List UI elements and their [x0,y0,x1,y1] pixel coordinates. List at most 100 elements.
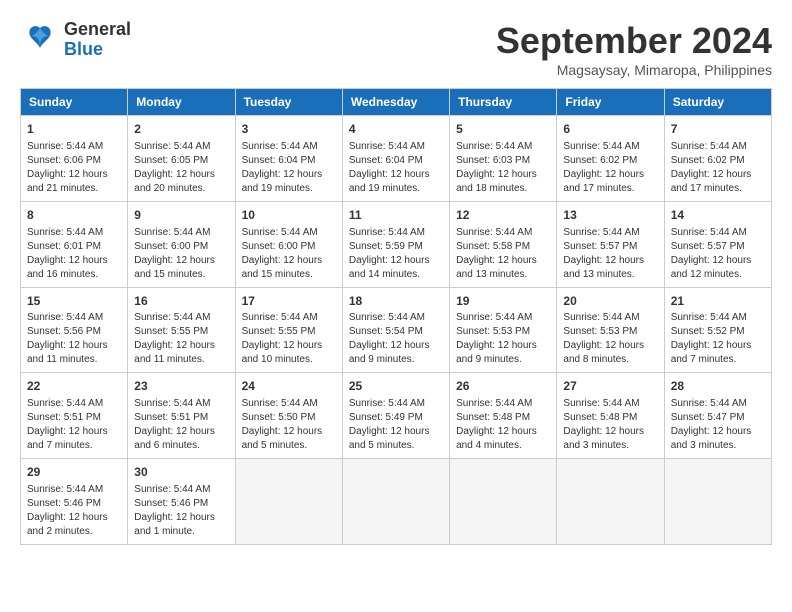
calendar-day-cell [557,459,664,545]
calendar-day-cell [342,459,449,545]
day-info: Sunrise: 5:44 AM Sunset: 5:53 PM Dayligh… [456,311,550,367]
column-header-sunday: Sunday [21,89,128,116]
day-info: Sunrise: 5:44 AM Sunset: 5:46 PM Dayligh… [27,483,121,539]
calendar-day-cell: 7Sunrise: 5:44 AM Sunset: 6:02 PM Daylig… [664,116,771,202]
day-info: Sunrise: 5:44 AM Sunset: 5:52 PM Dayligh… [671,311,765,367]
day-number: 23 [134,378,228,395]
day-info: Sunrise: 5:44 AM Sunset: 5:50 PM Dayligh… [242,397,336,453]
day-info: Sunrise: 5:44 AM Sunset: 6:00 PM Dayligh… [242,226,336,282]
calendar-week-row: 8Sunrise: 5:44 AM Sunset: 6:01 PM Daylig… [21,201,772,287]
day-info: Sunrise: 5:44 AM Sunset: 6:05 PM Dayligh… [134,140,228,196]
column-header-friday: Friday [557,89,664,116]
day-number: 5 [456,121,550,138]
calendar-week-row: 1 Sunrise: 5:44 AM Sunset: 6:06 PM Daylig… [21,116,772,202]
calendar-day-cell: 26 Sunrise: 5:44 AM Sunset: 5:48 PM Dayli… [450,373,557,459]
day-info: Sunrise: 5:44 AM Sunset: 5:55 PM Dayligh… [242,311,336,367]
calendar-header-row: SundayMondayTuesdayWednesdayThursdayFrid… [21,89,772,116]
calendar-day-cell: 30 Sunrise: 5:44 AM Sunset: 5:46 PM Dayli… [128,459,235,545]
calendar-day-cell: 4 Sunrise: 5:44 AM Sunset: 6:04 PM Daylig… [342,116,449,202]
calendar-day-cell [450,459,557,545]
calendar-day-cell: 5 Sunrise: 5:44 AM Sunset: 6:03 PM Daylig… [450,116,557,202]
calendar-day-cell: 25 Sunrise: 5:44 AM Sunset: 5:49 PM Dayli… [342,373,449,459]
month-title: September 2024 [496,20,772,62]
calendar-day-cell: 14 Sunrise: 5:44 AM Sunset: 5:57 PM Dayli… [664,201,771,287]
day-number: 28 [671,378,765,395]
day-number: 14 [671,207,765,224]
calendar-week-row: 29 Sunrise: 5:44 AM Sunset: 5:46 PM Dayli… [21,459,772,545]
day-info: Sunrise: 5:44 AM Sunset: 5:54 PM Dayligh… [349,311,443,367]
day-info: Sunrise: 5:44 AM Sunset: 5:46 PM Dayligh… [134,483,228,539]
logo-icon [20,20,60,60]
column-header-saturday: Saturday [664,89,771,116]
day-info: Sunrise: 5:44 AM Sunset: 5:47 PM Dayligh… [671,397,765,453]
day-number: 15 [27,293,121,310]
day-info: Sunrise: 5:44 AM Sunset: 5:53 PM Dayligh… [563,311,657,367]
calendar-day-cell: 12 Sunrise: 5:44 AM Sunset: 5:58 PM Dayli… [450,201,557,287]
day-info: Sunrise: 5:44 AM Sunset: 5:56 PM Dayligh… [27,311,121,367]
day-info: Sunrise: 5:44 AM Sunset: 6:02 PM Dayligh… [671,140,765,196]
day-number: 26 [456,378,550,395]
calendar-day-cell [664,459,771,545]
calendar-day-cell: 20Sunrise: 5:44 AM Sunset: 5:53 PM Dayli… [557,287,664,373]
day-number: 3 [242,121,336,138]
day-number: 25 [349,378,443,395]
day-number: 21 [671,293,765,310]
column-header-wednesday: Wednesday [342,89,449,116]
calendar-day-cell [235,459,342,545]
calendar-day-cell: 15Sunrise: 5:44 AM Sunset: 5:56 PM Dayli… [21,287,128,373]
page-header: General Blue September 2024 Magsaysay, M… [20,20,772,78]
day-info: Sunrise: 5:44 AM Sunset: 5:48 PM Dayligh… [456,397,550,453]
calendar-day-cell: 2 Sunrise: 5:44 AM Sunset: 6:05 PM Daylig… [128,116,235,202]
day-info: Sunrise: 5:44 AM Sunset: 6:04 PM Dayligh… [349,140,443,196]
day-info: Sunrise: 5:44 AM Sunset: 6:00 PM Dayligh… [134,226,228,282]
column-header-thursday: Thursday [450,89,557,116]
day-number: 10 [242,207,336,224]
day-number: 29 [27,464,121,481]
day-number: 22 [27,378,121,395]
calendar-day-cell: 8Sunrise: 5:44 AM Sunset: 6:01 PM Daylig… [21,201,128,287]
day-info: Sunrise: 5:44 AM Sunset: 5:49 PM Dayligh… [349,397,443,453]
day-number: 16 [134,293,228,310]
day-number: 27 [563,378,657,395]
day-number: 17 [242,293,336,310]
day-info: Sunrise: 5:44 AM Sunset: 5:51 PM Dayligh… [134,397,228,453]
day-number: 4 [349,121,443,138]
calendar-day-cell: 29 Sunrise: 5:44 AM Sunset: 5:46 PM Dayli… [21,459,128,545]
day-number: 9 [134,207,228,224]
calendar-day-cell: 28 Sunrise: 5:44 AM Sunset: 5:47 PM Dayli… [664,373,771,459]
day-number: 6 [563,121,657,138]
calendar-day-cell: 11Sunrise: 5:44 AM Sunset: 5:59 PM Dayli… [342,201,449,287]
day-number: 12 [456,207,550,224]
calendar-day-cell: 23 Sunrise: 5:44 AM Sunset: 5:51 PM Dayli… [128,373,235,459]
logo-general: General [64,20,131,40]
calendar-week-row: 15Sunrise: 5:44 AM Sunset: 5:56 PM Dayli… [21,287,772,373]
day-number: 20 [563,293,657,310]
day-info: Sunrise: 5:44 AM Sunset: 6:04 PM Dayligh… [242,140,336,196]
day-info: Sunrise: 5:44 AM Sunset: 6:02 PM Dayligh… [563,140,657,196]
day-number: 30 [134,464,228,481]
logo-text: General Blue [64,20,131,60]
calendar-week-row: 22 Sunrise: 5:44 AM Sunset: 5:51 PM Dayli… [21,373,772,459]
calendar-day-cell: 22 Sunrise: 5:44 AM Sunset: 5:51 PM Dayli… [21,373,128,459]
logo-blue: Blue [64,40,131,60]
calendar-day-cell: 13Sunrise: 5:44 AM Sunset: 5:57 PM Dayli… [557,201,664,287]
calendar-day-cell: 1 Sunrise: 5:44 AM Sunset: 6:06 PM Daylig… [21,116,128,202]
day-number: 11 [349,207,443,224]
logo: General Blue [20,20,131,60]
day-number: 19 [456,293,550,310]
day-info: Sunrise: 5:44 AM Sunset: 5:58 PM Dayligh… [456,226,550,282]
day-info: Sunrise: 5:44 AM Sunset: 5:57 PM Dayligh… [671,226,765,282]
day-number: 1 [27,121,121,138]
day-info: Sunrise: 5:44 AM Sunset: 6:03 PM Dayligh… [456,140,550,196]
column-header-monday: Monday [128,89,235,116]
day-info: Sunrise: 5:44 AM Sunset: 5:51 PM Dayligh… [27,397,121,453]
location: Magsaysay, Mimaropa, Philippines [496,62,772,78]
day-number: 2 [134,121,228,138]
day-info: Sunrise: 5:44 AM Sunset: 5:48 PM Dayligh… [563,397,657,453]
calendar-day-cell: 21Sunrise: 5:44 AM Sunset: 5:52 PM Dayli… [664,287,771,373]
day-number: 18 [349,293,443,310]
calendar-day-cell: 18Sunrise: 5:44 AM Sunset: 5:54 PM Dayli… [342,287,449,373]
day-number: 13 [563,207,657,224]
day-info: Sunrise: 5:44 AM Sunset: 6:06 PM Dayligh… [27,140,121,196]
day-info: Sunrise: 5:44 AM Sunset: 5:55 PM Dayligh… [134,311,228,367]
